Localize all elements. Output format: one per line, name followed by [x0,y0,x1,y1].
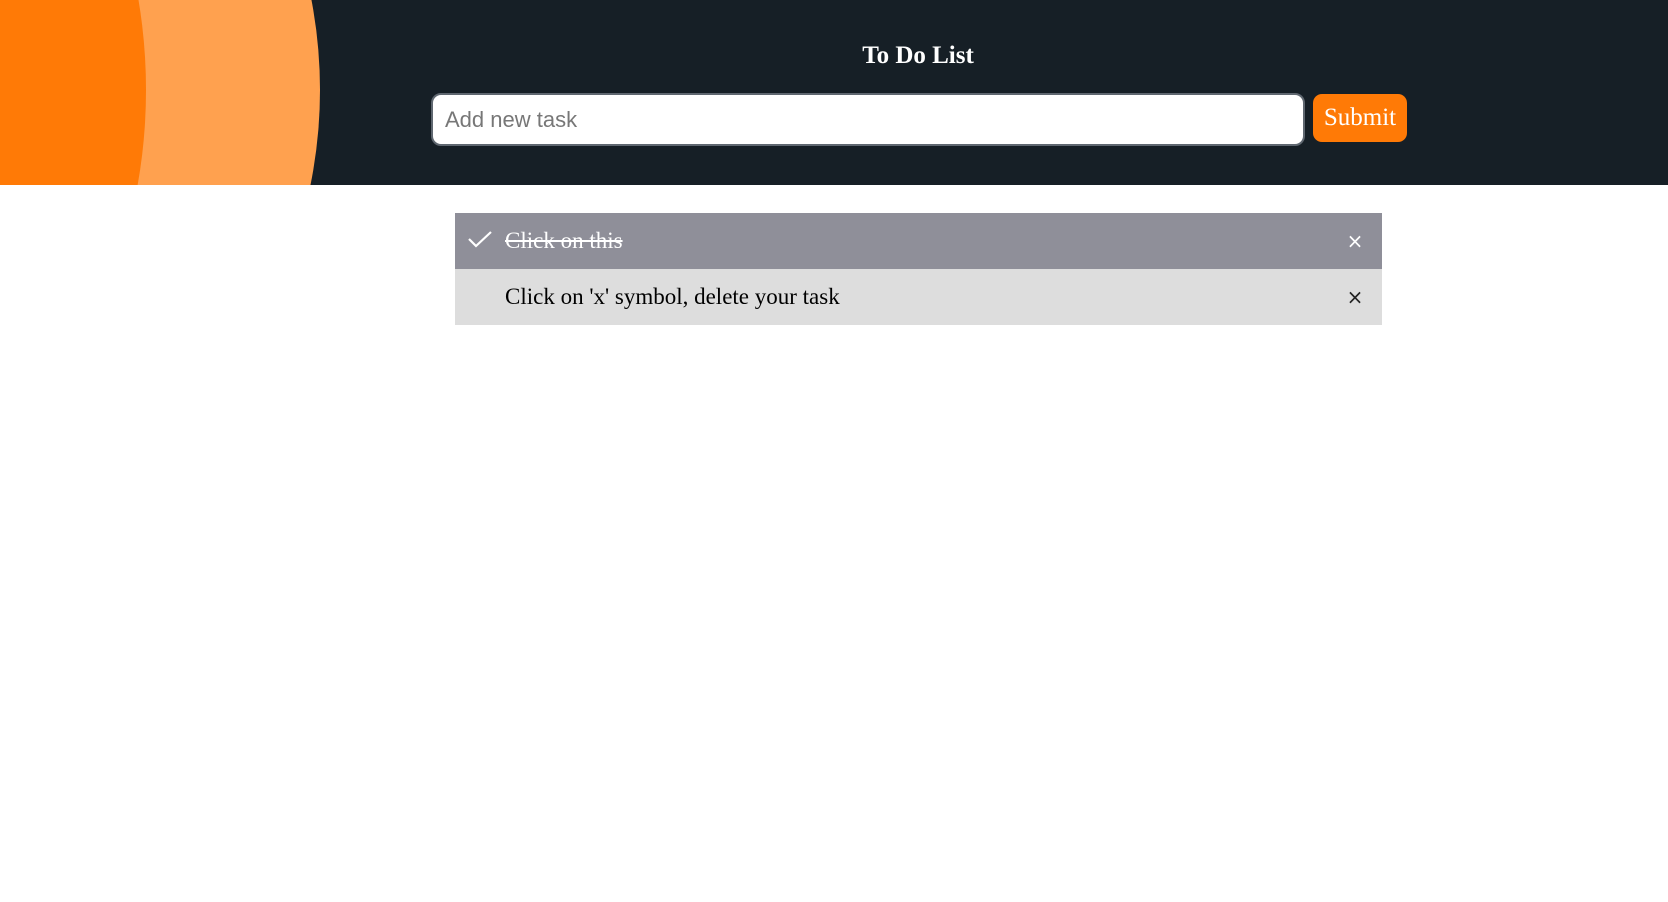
decorative-circle-inner [0,0,146,185]
delete-task-button[interactable]: × [1328,269,1382,325]
decorative-circles [0,0,330,185]
task-text: Click on this [505,228,623,253]
page-title: To Do List [862,42,974,69]
submit-button[interactable]: Submit [1313,94,1407,142]
header: To Do List Submit [0,0,1668,185]
task-item-checked[interactable]: Click on this × [455,213,1382,269]
task-item[interactable]: Click on 'x' symbol, delete your task × [455,269,1382,325]
delete-task-button[interactable]: × [1328,213,1382,269]
task-text: Click on 'x' symbol, delete your task [505,284,840,309]
checkmark-icon [468,231,492,248]
new-task-input[interactable] [431,93,1305,146]
task-list: Click on this × Click on 'x' symbol, del… [455,213,1382,325]
